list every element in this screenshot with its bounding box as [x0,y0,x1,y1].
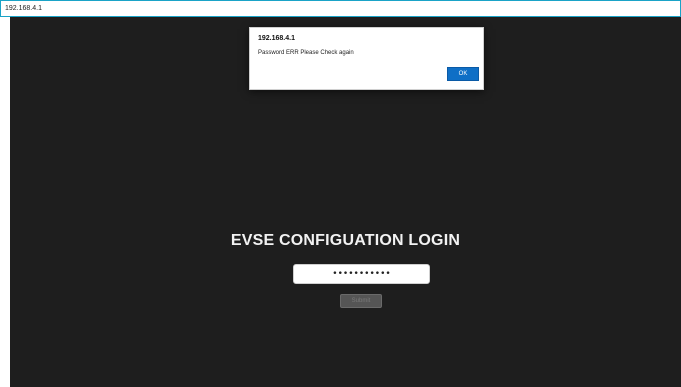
password-field[interactable] [293,264,430,284]
submit-button[interactable]: Submit [340,294,382,308]
address-bar[interactable]: 192.168.4.1 [0,0,681,17]
ok-button[interactable]: OK [447,67,479,81]
alert-message: Password ERR Please Check again [258,50,354,56]
alert-dialog: 192.168.4.1 Password ERR Please Check ag… [249,27,484,90]
address-url: 192.168.4.1 [5,5,42,12]
window-left-edge [0,17,10,387]
login-title: EVSE CONFIGUATION LOGIN [230,232,461,249]
alert-title: 192.168.4.1 [258,35,295,42]
